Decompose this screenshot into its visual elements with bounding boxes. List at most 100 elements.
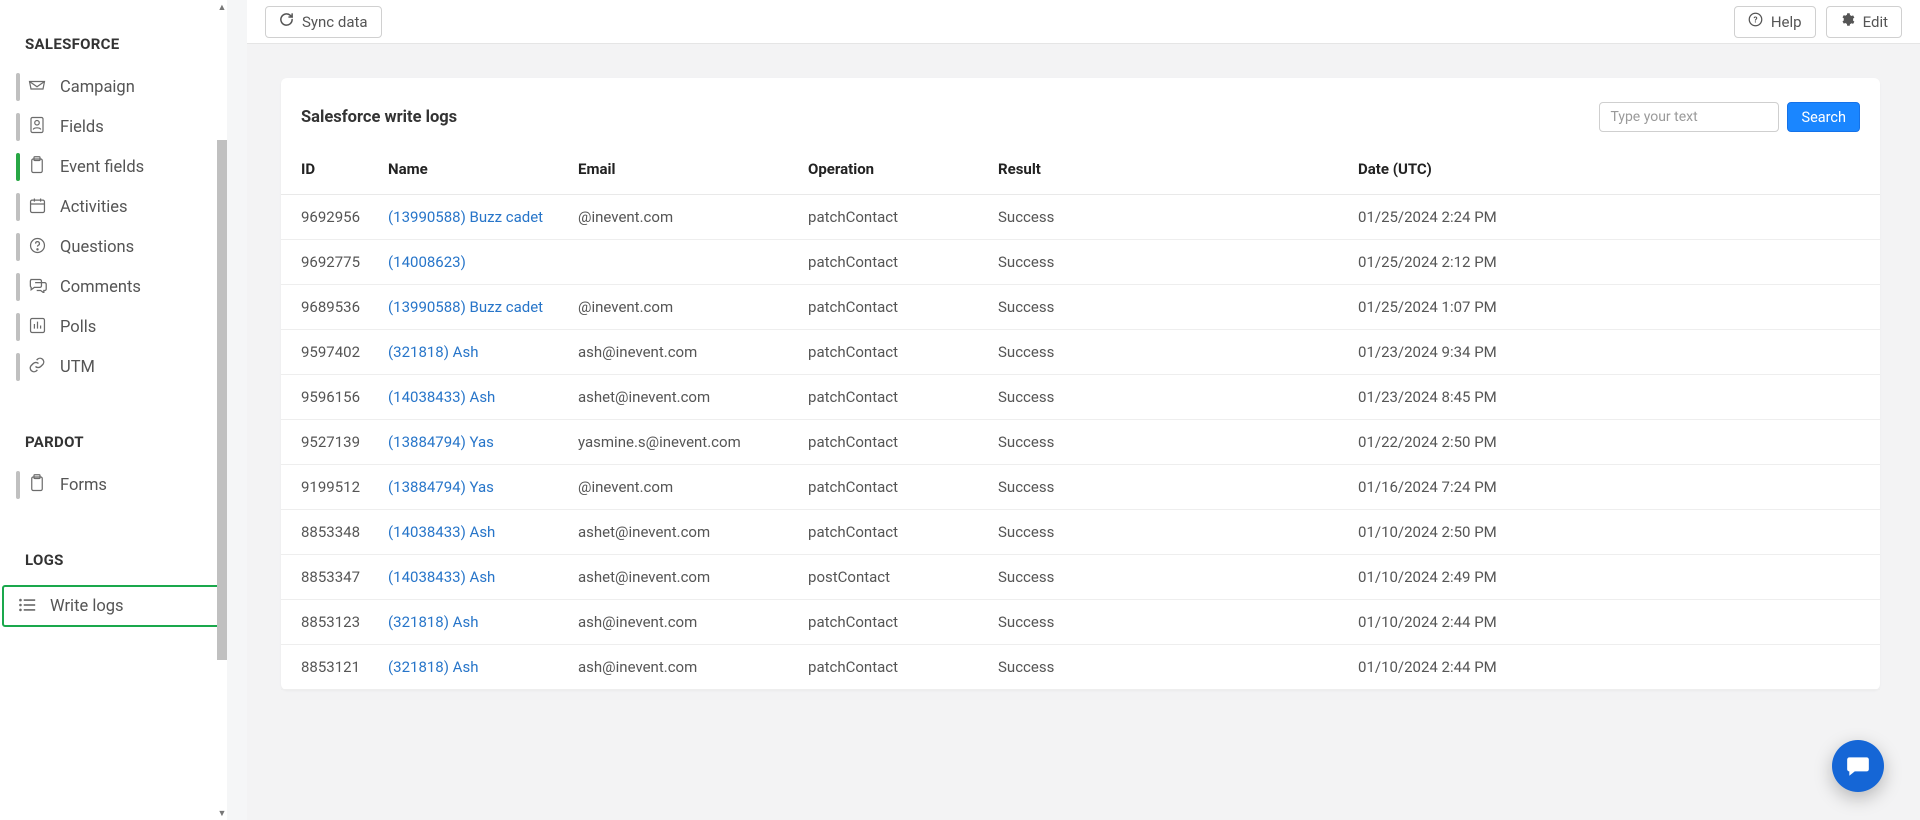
cell-operation: patchContact	[794, 510, 984, 555]
sidebar-item-forms[interactable]: Forms	[0, 465, 227, 505]
cell-result: Success	[984, 465, 1344, 510]
cell-result: Success	[984, 375, 1344, 420]
sidebar-item-polls[interactable]: Polls	[0, 307, 227, 347]
cell-name: (14038433) Ash	[374, 510, 564, 555]
edit-label: Edit	[1863, 13, 1888, 31]
refresh-icon	[279, 12, 294, 31]
cell-name: (321818) Ash	[374, 600, 564, 645]
sidebar-item-comments[interactable]: Comments	[0, 267, 227, 307]
sidebar-item-label: UTM	[60, 358, 95, 377]
row-name-link[interactable]: (13990588) Buzz cadet	[388, 298, 543, 316]
cell-date: 01/10/2024 2:44 PM	[1344, 645, 1880, 690]
sidebar-item-activities[interactable]: Activities	[0, 187, 227, 227]
chart-icon	[26, 317, 48, 338]
sidebar-item-label: Event fields	[60, 158, 144, 177]
scroll-thumb[interactable]	[217, 140, 227, 660]
cell-date: 01/23/2024 9:34 PM	[1344, 330, 1880, 375]
cell-operation: patchContact	[794, 600, 984, 645]
sync-data-label: Sync data	[302, 13, 368, 31]
cell-date: 01/10/2024 2:50 PM	[1344, 510, 1880, 555]
cell-result: Success	[984, 285, 1344, 330]
write-logs-panel: Salesforce write logs Search ID Name Ema…	[281, 78, 1880, 690]
search-input[interactable]	[1599, 102, 1779, 132]
cell-id: 9199512	[281, 465, 374, 510]
col-id: ID	[281, 150, 374, 195]
row-name-link[interactable]: (321818) Ash	[388, 343, 478, 361]
cell-result: Success	[984, 600, 1344, 645]
cell-result: Success	[984, 195, 1344, 240]
chat-fab[interactable]	[1832, 740, 1884, 792]
row-name-link[interactable]: (14008623)	[388, 253, 466, 271]
cell-email: ash@inevent.com	[564, 600, 794, 645]
cell-id: 8853348	[281, 510, 374, 555]
row-name-link[interactable]: (14038433) Ash	[388, 388, 495, 406]
logs-table: ID Name Email Operation Result Date (UTC…	[281, 150, 1880, 690]
table-row: 9597402(321818) Ashash@inevent.compatchC…	[281, 330, 1880, 375]
inbox-icon	[26, 78, 48, 97]
question-circle-icon: ?	[1748, 12, 1763, 31]
cell-id: 8853123	[281, 600, 374, 645]
sidebar-item-label: Activities	[60, 198, 128, 217]
link-icon	[26, 356, 48, 378]
cell-id: 9692775	[281, 240, 374, 285]
col-email: Email	[564, 150, 794, 195]
cell-email: @inevent.com	[564, 465, 794, 510]
row-name-link[interactable]: (13884794) Yas	[388, 478, 494, 496]
sidebar-item-fields[interactable]: Fields	[0, 107, 227, 147]
help-label: Help	[1771, 13, 1802, 31]
comments-icon	[26, 277, 48, 297]
sidebar-item-questions[interactable]: Questions	[0, 227, 227, 267]
sidebar-scrollbar[interactable]: ▲ ▼	[217, 0, 227, 820]
sidebar-item-event-fields[interactable]: Event fields	[0, 147, 227, 187]
cell-name: (13884794) Yas	[374, 420, 564, 465]
cell-name: (14038433) Ash	[374, 375, 564, 420]
row-name-link[interactable]: (14038433) Ash	[388, 568, 495, 586]
row-name-link[interactable]: (14038433) Ash	[388, 523, 495, 541]
row-name-link[interactable]: (321818) Ash	[388, 613, 478, 631]
cell-id: 8853347	[281, 555, 374, 600]
cell-operation: patchContact	[794, 420, 984, 465]
scroll-up-icon[interactable]: ▲	[217, 2, 227, 12]
cell-operation: patchContact	[794, 240, 984, 285]
cell-result: Success	[984, 240, 1344, 285]
table-row: 9692775 (14008623) patchContactSuccess01/2…	[281, 240, 1880, 285]
cell-result: Success	[984, 420, 1344, 465]
cell-date: 01/25/2024 1:07 PM	[1344, 285, 1880, 330]
sidebar-item-write-logs[interactable]: Write logs	[2, 585, 223, 627]
topbar: Sync data ? Help Edit	[247, 0, 1920, 44]
sidebar-item-utm[interactable]: UTM	[0, 347, 227, 387]
cell-name: (14008623)	[374, 240, 564, 285]
cell-email: yasmine.s@inevent.com	[564, 420, 794, 465]
edit-button[interactable]: Edit	[1826, 6, 1902, 38]
scroll-down-icon[interactable]: ▼	[217, 808, 227, 818]
row-name-link[interactable]: (321818) Ash	[388, 658, 478, 676]
cell-result: Success	[984, 510, 1344, 555]
cell-id: 9596156	[281, 375, 374, 420]
cell-operation: patchContact	[794, 195, 984, 240]
row-name-link[interactable]: (13884794) Yas	[388, 433, 494, 451]
cell-date: 01/22/2024 2:50 PM	[1344, 420, 1880, 465]
sync-data-button[interactable]: Sync data	[265, 6, 382, 38]
cell-operation: patchContact	[794, 645, 984, 690]
cell-email: @inevent.com	[564, 195, 794, 240]
sidebar-item-label: Campaign	[60, 78, 135, 97]
row-name-link[interactable]: (13990588) Buzz cadet	[388, 208, 543, 226]
help-button[interactable]: ? Help	[1734, 6, 1816, 38]
cell-operation: patchContact	[794, 285, 984, 330]
sidebar: SALESFORCE Campaign Fields Event fields Acti…	[0, 0, 227, 820]
cell-date: 01/25/2024 2:12 PM	[1344, 240, 1880, 285]
table-row: 8853348(14038433) Ashashet@inevent.compa…	[281, 510, 1880, 555]
sidebar-item-label: Comments	[60, 278, 141, 297]
cell-email: @inevent.com	[564, 285, 794, 330]
sidebar-section-label: SALESFORCE	[0, 25, 227, 67]
cell-operation: patchContact	[794, 375, 984, 420]
search-button[interactable]: Search	[1787, 102, 1860, 132]
cell-operation: postContact	[794, 555, 984, 600]
cell-id: 9527139	[281, 420, 374, 465]
col-date: Date (UTC)	[1344, 150, 1880, 195]
cell-operation: patchContact	[794, 465, 984, 510]
sidebar-item-campaign[interactable]: Campaign	[0, 67, 227, 107]
sidebar-item-label: Fields	[60, 118, 104, 137]
clipboard-icon	[26, 156, 48, 178]
sidebar-item-label: Write logs	[50, 597, 124, 616]
